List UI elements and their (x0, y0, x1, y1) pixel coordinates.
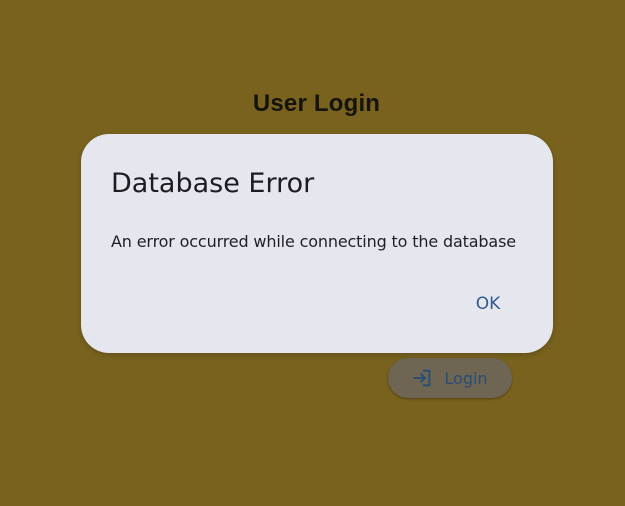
dialog-title: Database Error (111, 168, 315, 199)
page-title: User Login (252, 90, 381, 117)
ok-button[interactable]: OK (463, 286, 513, 322)
login-icon (412, 367, 434, 389)
login-button-label: Login (444, 368, 488, 388)
login-button[interactable]: Login (388, 358, 512, 398)
dialog-message: An error occurred while connecting to th… (111, 232, 516, 251)
error-dialog: Database Error An error occurred while c… (81, 134, 553, 353)
